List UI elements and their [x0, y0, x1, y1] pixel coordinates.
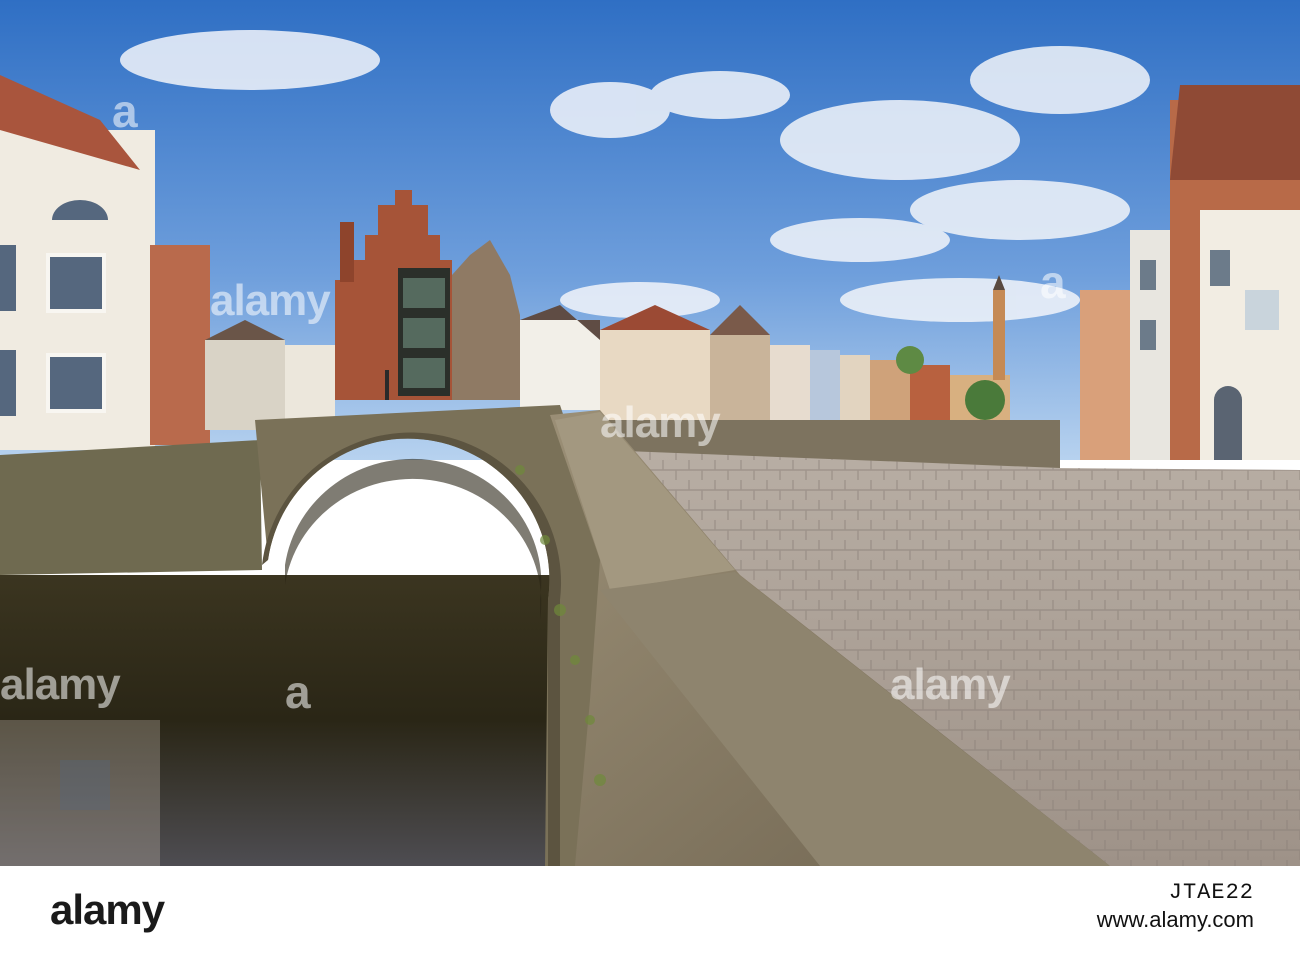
image-stage: a alamy alamy alamy alamy a a alamy JTAE…: [0, 0, 1300, 956]
watermark-mark: a: [285, 666, 311, 718]
watermark-mark: a: [112, 85, 138, 137]
watermark-footer: alamy JTAE22 www.alamy.com: [0, 866, 1300, 956]
watermark-mark: a: [1040, 256, 1066, 308]
street-lamp: [385, 370, 389, 400]
watermark-text: alamy: [600, 398, 721, 447]
watermark-text: alamy: [890, 660, 1011, 709]
left-bank-wall: [0, 440, 262, 575]
watermark-text: alamy: [0, 660, 121, 709]
footer-brand-logo: alamy: [50, 886, 165, 933]
footer-url[interactable]: www.alamy.com: [1097, 907, 1254, 933]
canal-photo: a alamy alamy alamy alamy a a: [0, 0, 1300, 866]
footer-meta: JTAE22 www.alamy.com: [1097, 880, 1254, 933]
image-code: JTAE22: [1168, 880, 1254, 905]
watermark-text: alamy: [210, 276, 331, 325]
